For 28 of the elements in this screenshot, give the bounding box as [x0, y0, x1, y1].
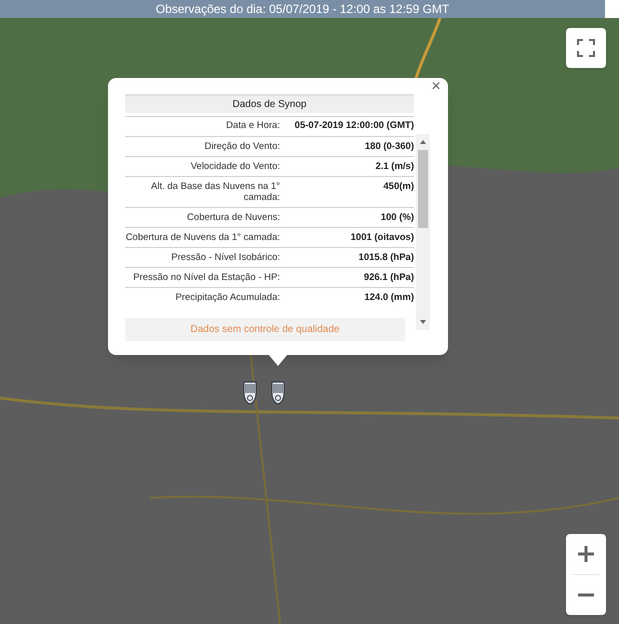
field-value: 926.1 (hPa) [362, 272, 414, 283]
minus-icon [577, 593, 595, 597]
fullscreen-icon [577, 39, 595, 57]
field-value: 100 (%) [380, 212, 414, 223]
quality-notice: Dados sem controle de qualidade [125, 318, 405, 341]
field-label: Alt. da Base das Nuvens na 1° camada: [150, 181, 280, 203]
plus-icon [577, 545, 595, 563]
station-marker-icon[interactable] [242, 381, 258, 405]
field-value: 1001 (oitavos) [350, 232, 414, 243]
station-marker-icon[interactable] [270, 381, 286, 405]
field-label: Pressão - Nível Isobárico: [170, 252, 280, 263]
fullscreen-button[interactable] [566, 28, 606, 68]
field-label: Data e Hora: [225, 120, 280, 131]
field-label: Pressão no Nível da Estação - HP: [132, 272, 280, 283]
field-value: 450(m) [382, 181, 414, 192]
field-value: 1015.8 (hPa) [358, 252, 414, 263]
field-value: 124.0 (mm) [363, 292, 414, 303]
field-label: Velocidade do Vento: [190, 161, 280, 172]
header-title: Observações do dia: 05/07/2019 - 12:00 as 12:59 GMT [156, 3, 450, 15]
field-value: 180 (0-360) [364, 141, 414, 152]
field-label: Cobertura de Nuvens: [186, 212, 280, 223]
field-label: Direção do Vento: [203, 141, 280, 152]
field-label: Precipitação Acumulada: [174, 292, 280, 303]
field-value: 2.1 (m/s) [374, 161, 414, 172]
close-button[interactable]: × [428, 79, 444, 95]
field-label: Cobertura de Nuvens da 1° camada: [125, 232, 280, 243]
field-value: 05-07-2019 12:00:00 (GMT) [294, 120, 414, 131]
popup-title: Dados de Synop [125, 94, 414, 113]
